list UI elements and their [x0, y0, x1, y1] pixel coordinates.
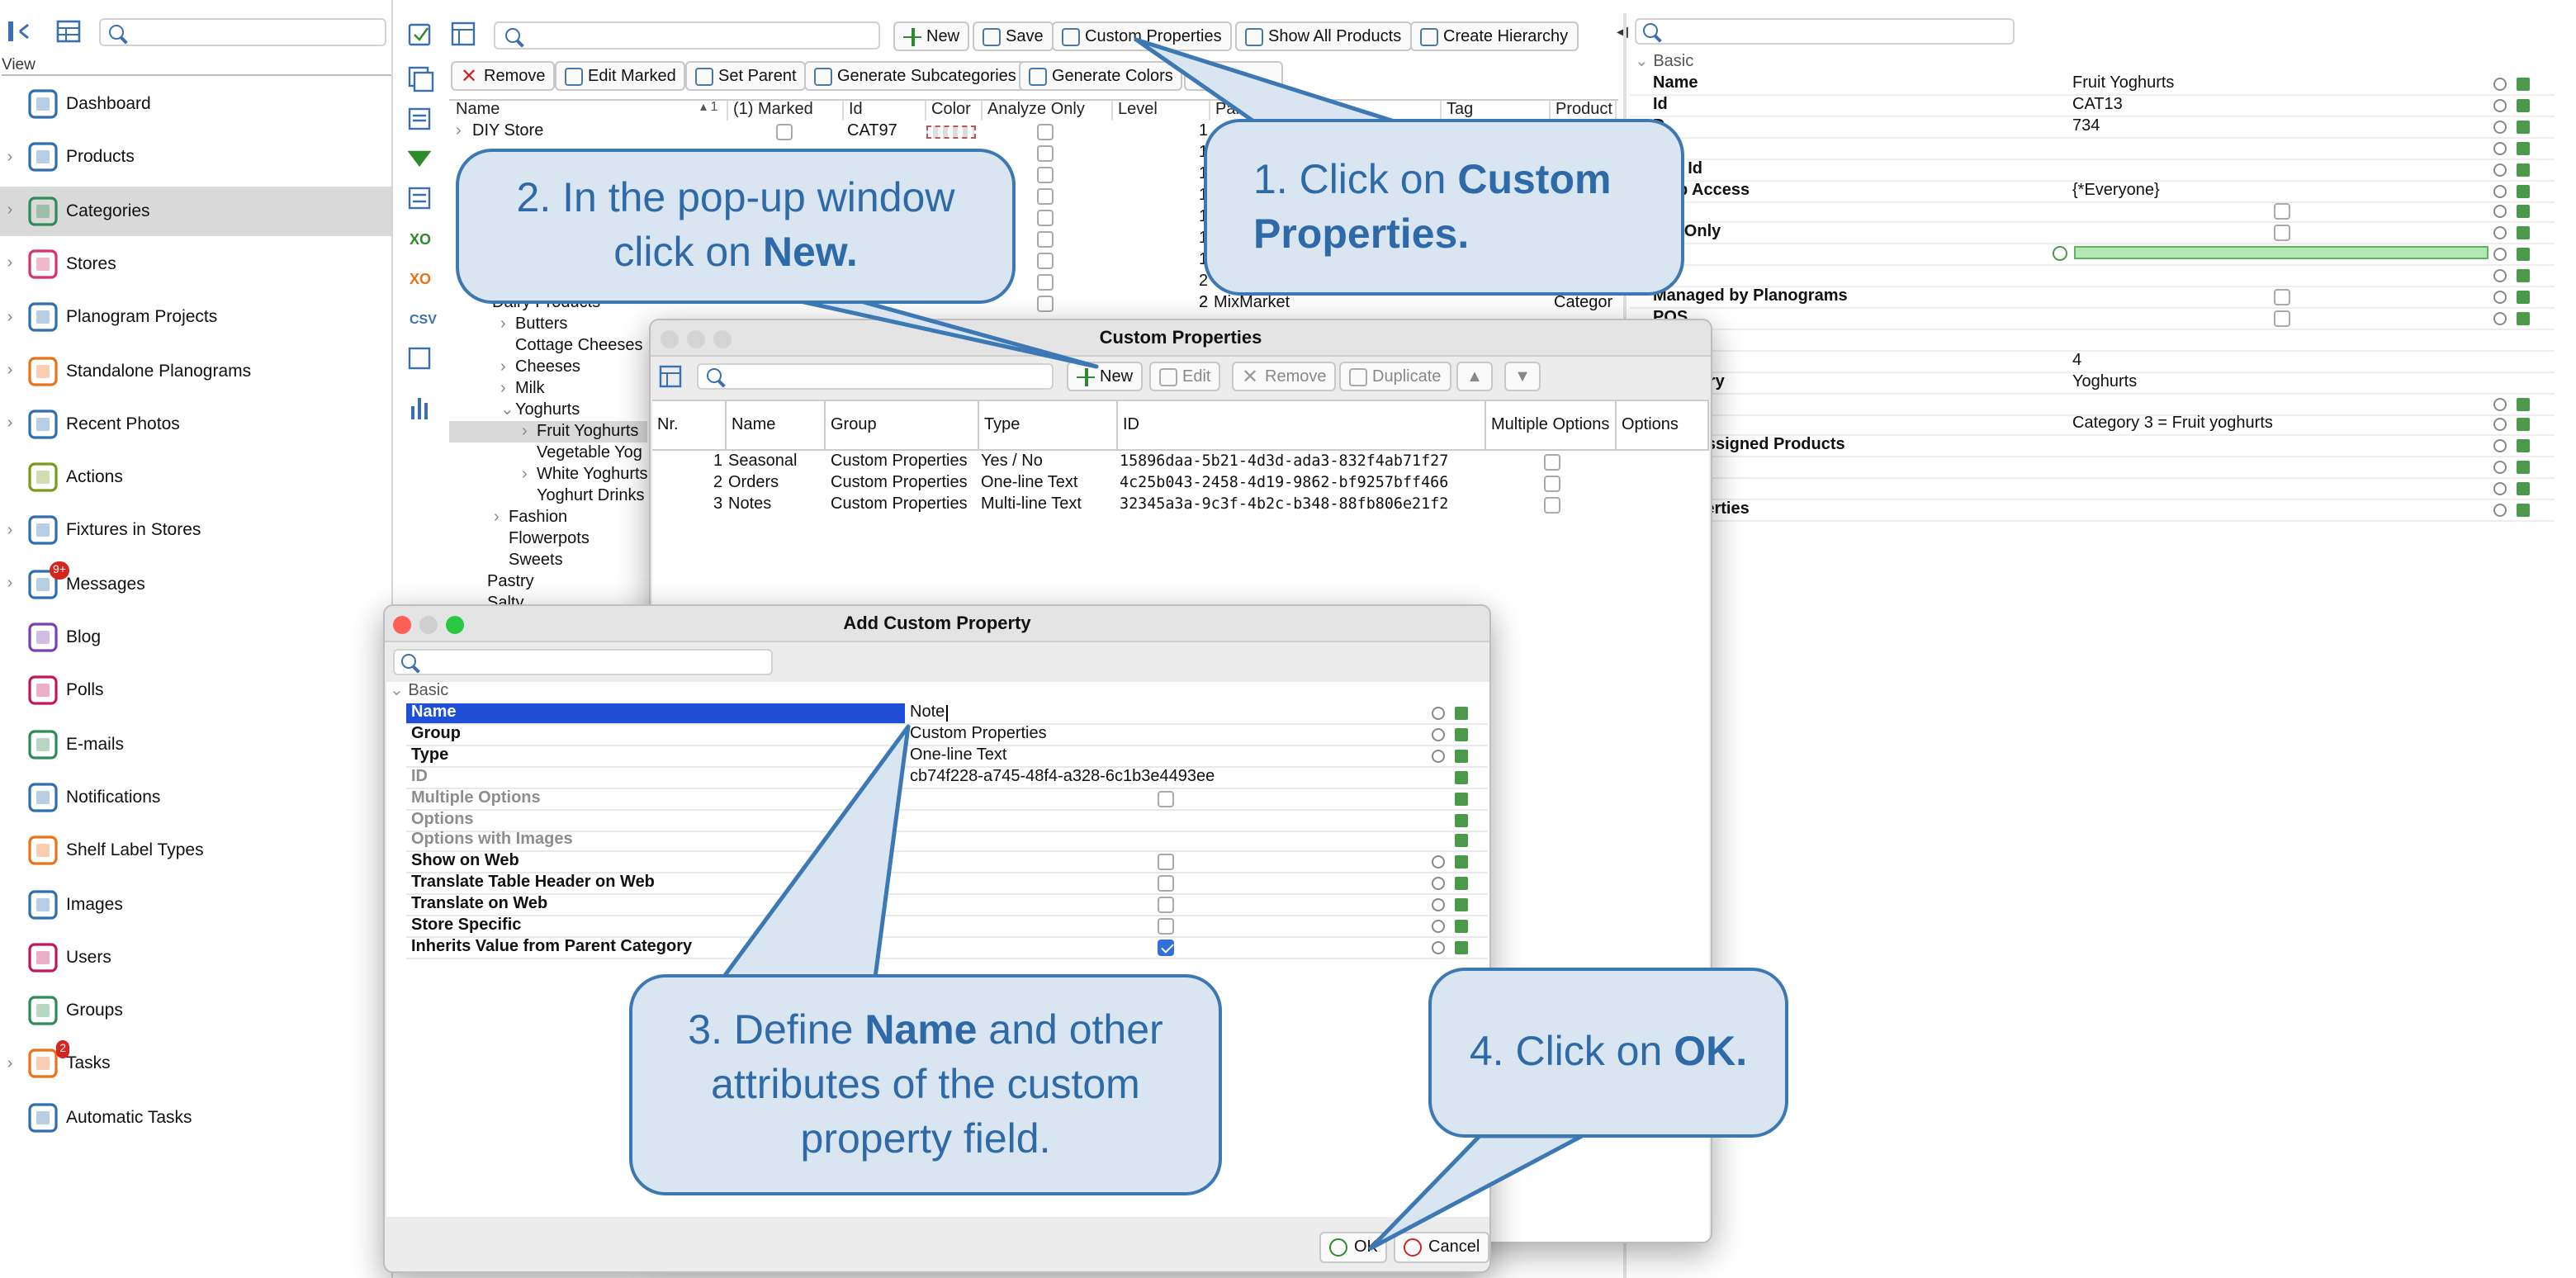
- callout-2: 2. In the pop-up window click on New.: [456, 149, 1016, 304]
- callout-3-bold: Name: [864, 1006, 978, 1053]
- callout-2-bold: New.: [762, 230, 858, 276]
- callout-3-text: 3. Define: [688, 1006, 865, 1053]
- callout-1-pointer: [1134, 37, 1399, 125]
- callout-2-pointer: [787, 296, 1099, 369]
- callout-4-pointer: [1368, 1134, 1584, 1251]
- callout-3: 3. Define Name and other attributes of t…: [629, 974, 1222, 1195]
- callout-4: 4. Click on OK.: [1428, 968, 1788, 1138]
- callout-4-bold: OK.: [1674, 1029, 1748, 1075]
- callout-2-text: 2. In the pop-up window click on: [516, 175, 955, 276]
- callout-1: 1. Click on Custom Properties.: [1204, 119, 1684, 296]
- callout-3-pointer: [721, 724, 911, 980]
- callout-1-text: 1. Click on: [1253, 156, 1458, 202]
- callout-4-text: 4. Click on: [1469, 1029, 1674, 1075]
